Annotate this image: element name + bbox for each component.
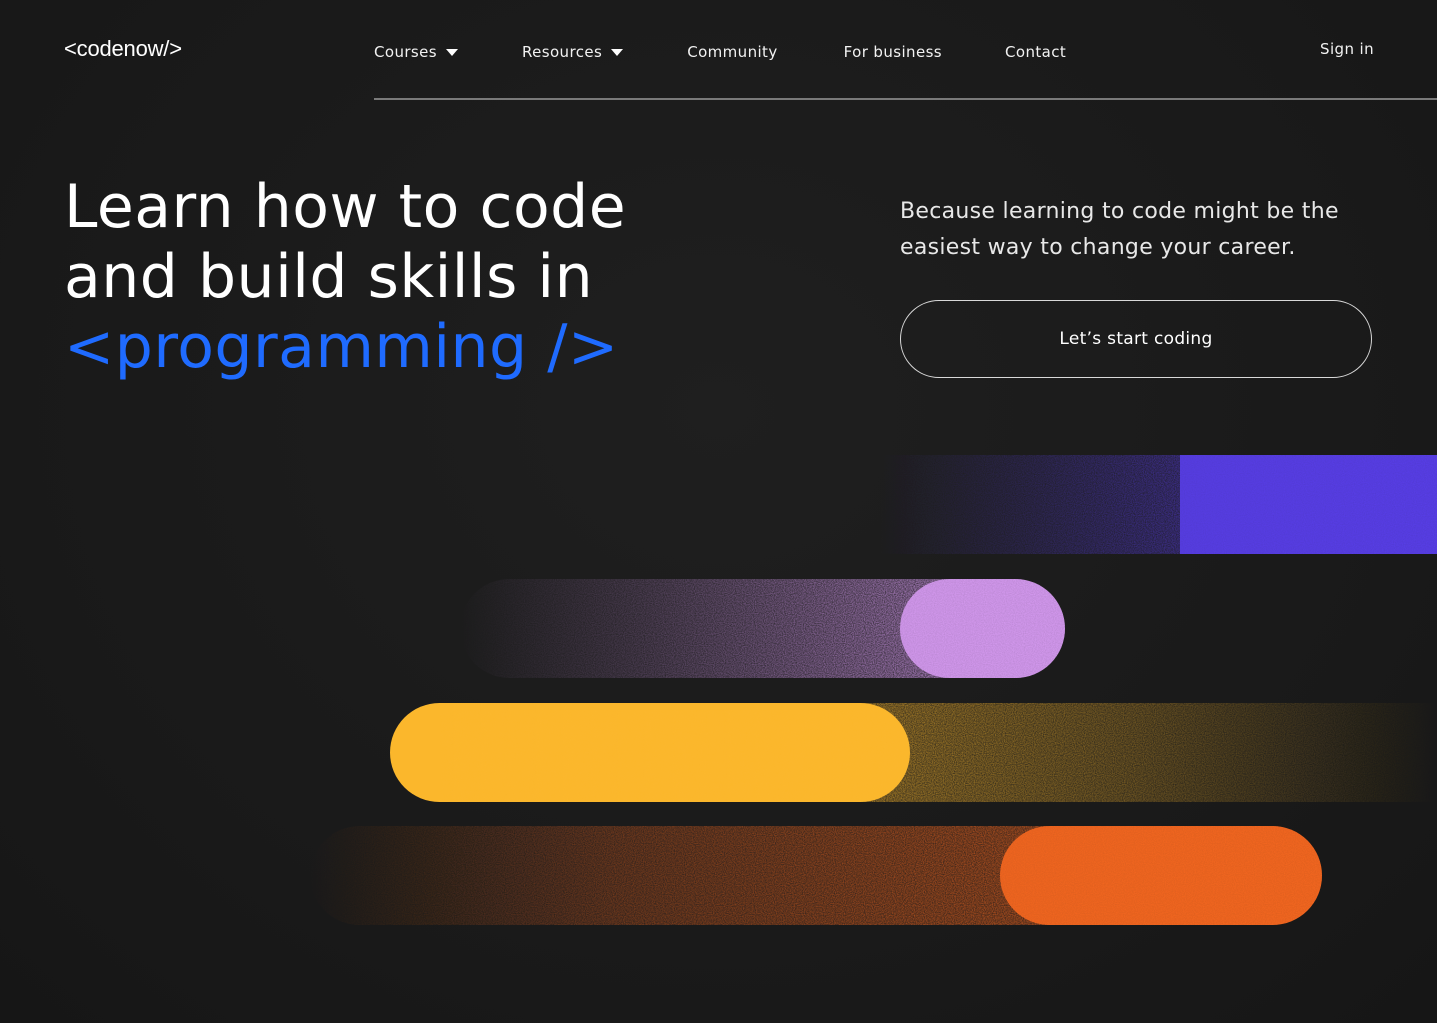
- nav-item-label: Courses: [374, 43, 437, 61]
- nav-item-label: Contact: [1005, 43, 1067, 61]
- nav-item-courses[interactable]: Courses: [374, 43, 458, 61]
- headline-accent: <programming />: [64, 312, 619, 382]
- nav-item-label: For business: [843, 43, 943, 61]
- nav-item-community[interactable]: Community: [687, 43, 777, 61]
- lilac-bar: [460, 579, 1065, 678]
- nav-item-label: Resources: [521, 43, 603, 61]
- nav-divider: [374, 98, 1437, 100]
- hero-headline: Learn how to code and build skills in <p…: [64, 172, 626, 382]
- landing-page: <codenow/> Courses Resources Community F…: [0, 0, 1437, 1023]
- violet-bar: [880, 455, 1437, 554]
- yellow-bar: [390, 703, 1437, 802]
- sign-in-link[interactable]: Sign in: [1320, 40, 1374, 58]
- hero-tagline: Because learning to code might be the ea…: [900, 199, 1339, 260]
- nav-item-for-business[interactable]: For business: [844, 43, 942, 61]
- orange-bar: [310, 826, 1322, 925]
- chevron-down-icon: [445, 49, 458, 56]
- start-coding-button[interactable]: Let’s start coding: [900, 300, 1372, 378]
- headline-line-1: Learn how to code: [64, 172, 627, 242]
- nav-item-label: Community: [687, 43, 778, 61]
- brand-logo[interactable]: <codenow/>: [64, 36, 182, 62]
- headline-line-2: and build skills in: [64, 242, 594, 312]
- chevron-down-icon: [611, 49, 624, 56]
- main-nav: Courses Resources Community For business…: [374, 40, 1066, 64]
- nav-item-resources[interactable]: Resources: [521, 43, 624, 61]
- nav-item-contact[interactable]: Contact: [1005, 43, 1066, 61]
- decorative-gradient-bars: [310, 455, 1437, 925]
